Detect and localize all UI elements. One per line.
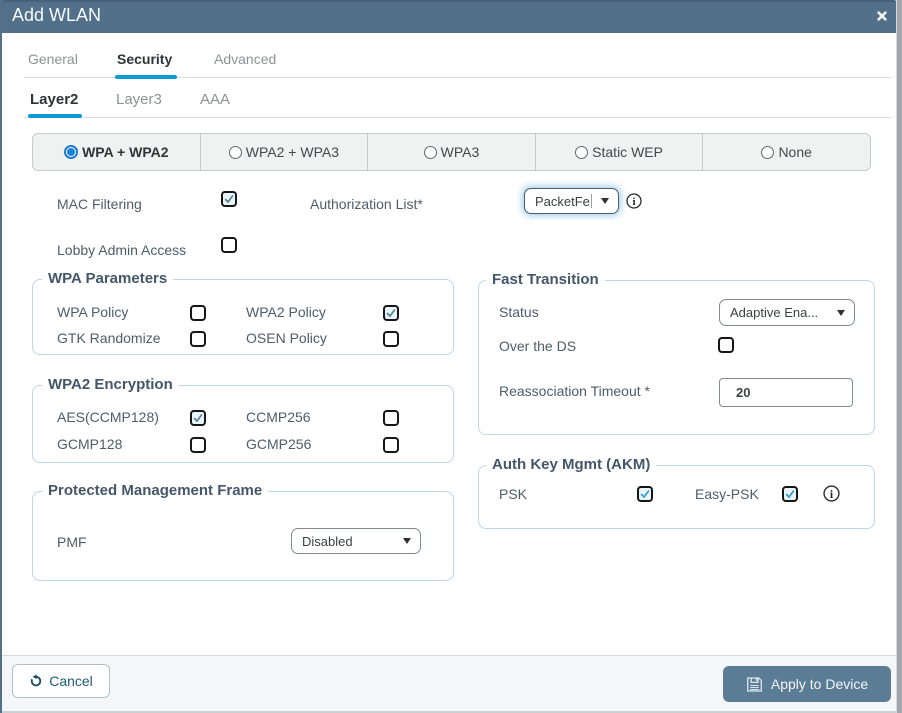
svg-text:i: i xyxy=(830,488,834,501)
svg-text:i: i xyxy=(632,196,635,208)
